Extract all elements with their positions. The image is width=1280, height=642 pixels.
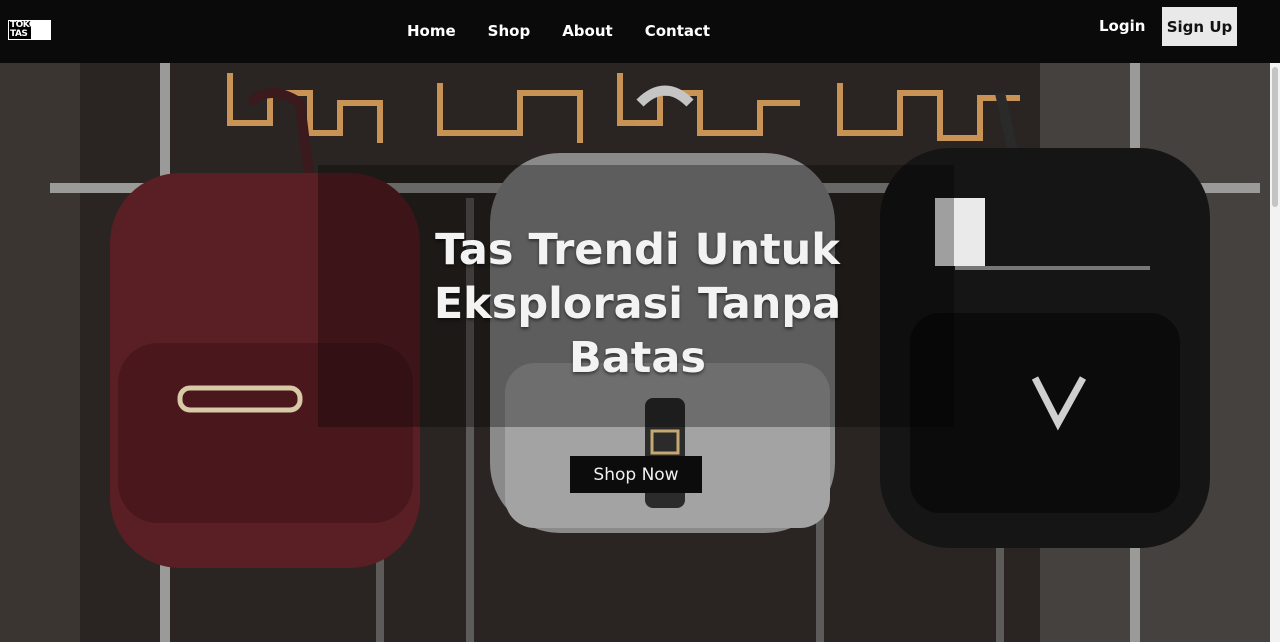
nav-link-about[interactable]: About xyxy=(562,22,613,40)
logo-line-2: TAS xyxy=(9,30,31,39)
signup-button[interactable]: Sign Up xyxy=(1162,7,1237,46)
hero-title: Tas Trendi Untuk Eksplorasi Tanpa Batas xyxy=(433,225,842,383)
hero-banner: Tas Trendi Untuk Eksplorasi Tanpa Batas … xyxy=(0,63,1270,642)
nav-link-home[interactable]: Home xyxy=(407,22,456,40)
scrollbar-thumb[interactable] xyxy=(1272,67,1278,207)
nav-link-contact[interactable]: Contact xyxy=(645,22,710,40)
top-navbar: TOKO TAS Home Shop About Contact Login S… xyxy=(0,0,1280,63)
nav-link-shop[interactable]: Shop xyxy=(488,22,531,40)
site-logo[interactable]: TOKO TAS xyxy=(8,20,51,40)
shop-now-button[interactable]: Shop Now xyxy=(570,456,702,493)
login-link[interactable]: Login xyxy=(1099,17,1145,35)
page-scrollbar[interactable] xyxy=(1270,63,1280,642)
nav-links: Home Shop About Contact xyxy=(407,22,710,40)
